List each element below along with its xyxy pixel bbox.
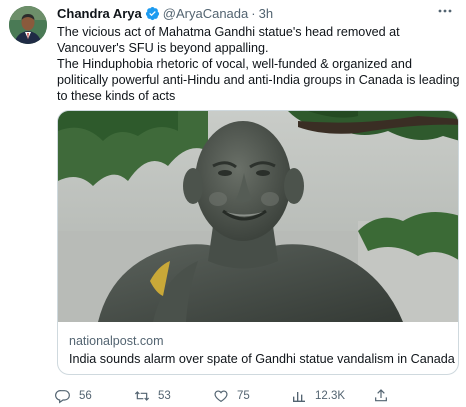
more-button[interactable] xyxy=(434,2,456,20)
tweet-header: Chandra Arya @AryaCanada · 3h xyxy=(57,5,273,21)
avatar[interactable] xyxy=(9,6,47,44)
reply-count: 56 xyxy=(79,390,92,402)
card-domain: nationalpost.com xyxy=(69,334,164,348)
tweet-text-line: Vancouver's SFU is beyond appalling. xyxy=(57,41,269,56)
retweet-icon xyxy=(134,391,150,401)
author-name[interactable]: Chandra Arya xyxy=(57,6,142,21)
avatar-photo xyxy=(9,6,47,44)
reply-icon xyxy=(55,390,70,404)
tweet-text: The vicious act of Mahatma Gandhi statue… xyxy=(57,24,460,104)
more-dots-icon xyxy=(438,9,452,13)
tweet-text-line: The vicious act of Mahatma Gandhi statue… xyxy=(57,25,400,39)
card-title[interactable]: India sounds alarm over spate of Gandhi … xyxy=(69,352,455,366)
reply-button[interactable]: 56 xyxy=(55,386,92,406)
share-button[interactable] xyxy=(373,386,389,406)
statue-photo xyxy=(58,111,458,322)
action-bar: 56 53 75 12.3K xyxy=(55,386,463,406)
share-icon xyxy=(375,389,387,402)
tweet-text-line: to these kinds of acts xyxy=(57,89,176,104)
header-separator: · xyxy=(251,5,256,21)
author-handle[interactable]: @AryaCanada xyxy=(163,6,248,21)
tweet-text-line: The Hinduphobia rhetoric of vocal, well-… xyxy=(57,57,412,72)
views-chart-icon xyxy=(293,392,305,402)
card-image[interactable] xyxy=(58,111,458,322)
retweet-button[interactable]: 53 xyxy=(134,386,171,406)
like-button[interactable]: 75 xyxy=(213,386,250,406)
tweet-text-line: politically powerful anti-Hindu and anti… xyxy=(57,73,460,88)
like-count: 75 xyxy=(237,390,250,402)
heart-icon xyxy=(214,390,228,403)
verified-badge-icon xyxy=(145,6,159,20)
views-count: 12.3K xyxy=(315,390,346,402)
views-button[interactable]: 12.3K xyxy=(291,386,345,406)
retweet-count: 53 xyxy=(158,390,171,402)
tweet-time[interactable]: 3h xyxy=(259,6,273,21)
link-card[interactable]: nationalpost.com India sounds alarm over… xyxy=(57,110,459,375)
